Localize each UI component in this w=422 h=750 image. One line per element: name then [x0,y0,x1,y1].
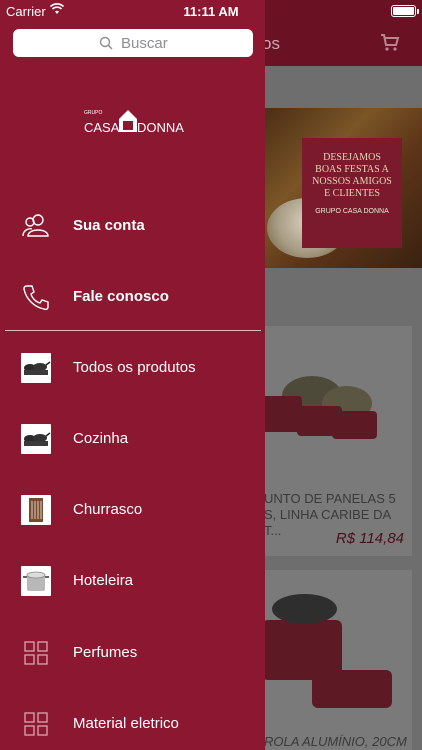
product-card[interactable]: UNTO DE PANELAS 5 S, LINHA CARIBE DA T..… [262,326,412,556]
pot-image [312,670,392,708]
pot-image [262,396,302,432]
logo-donna: DONNA [137,120,184,135]
search-placeholder: Buscar [121,35,168,52]
banner-message: DESEJAMOS BOAS FESTAS A NOSSOS AMIGOS E … [312,152,392,199]
menu-item-label: Fale conosco [73,288,169,305]
menu-item-contact[interactable]: Fale conosco [0,272,265,322]
menu-item-label: Cozinha [73,430,129,447]
category-material-eletrico[interactable]: Material eletrico [0,699,265,749]
category-cozinha[interactable]: Cozinha [0,414,265,464]
side-drawer: Buscar GRUPO CASA DONNA Sua conta Fale c… [0,0,265,750]
promo-banner[interactable]: DESEJAMOS BOAS FESTAS A NOSSOS AMIGOS E … [262,108,422,268]
product-price: R$ 114,84 [335,530,404,547]
menu-item-label: Todos os produtos [73,359,196,376]
search-field[interactable]: Buscar [13,29,253,57]
menu-item-label: Hoteleira [73,572,134,589]
logo-casa: CASA [84,120,120,135]
menu-divider [5,330,261,331]
clock: 11:11 AM [183,4,239,19]
category-perfumes[interactable]: Perfumes [0,628,265,678]
menu-item-label: Perfumes [73,644,138,661]
category-churrasco[interactable]: Churrasco [0,485,265,535]
battery-icon [391,5,419,17]
pot-thumbnail-icon [21,566,51,596]
menu-item-account[interactable]: Sua conta [0,201,265,251]
status-bar: Carrier 11:11 AM [0,0,422,22]
cart-icon[interactable] [380,34,400,52]
banner-brand: GRUPO CASA DONNA [315,208,389,215]
pot-lid-image [272,594,337,624]
menu-item-label: Churrasco [73,501,143,518]
bbq-thumbnail-icon [21,495,51,525]
casa-donna-logo: GRUPO CASA DONNA [84,108,184,138]
greeting-card: DESEJAMOS BOAS FESTAS A NOSSOS AMIGOS E … [302,138,402,248]
users-icon [22,214,49,237]
product-name: ROLA ALUMÍNIO, 20CM [264,734,407,749]
logo-grupo: GRUPO [84,110,103,116]
house-icon [119,110,137,132]
phone-icon [23,285,49,311]
product-card[interactable]: ROLA ALUMÍNIO, 20CM [262,570,412,750]
category-all-products[interactable]: Todos os produtos [0,343,265,393]
pans-thumbnail-icon [21,424,51,454]
pans-thumbnail-icon [21,353,51,383]
search-icon [99,36,113,50]
menu-item-label: Sua conta [73,217,145,234]
menu-item-label: Material eletrico [73,715,179,732]
pot-image [332,411,377,439]
grid-icon [24,712,48,736]
category-hoteleira[interactable]: Hoteleira [0,556,265,606]
grid-icon [24,641,48,665]
